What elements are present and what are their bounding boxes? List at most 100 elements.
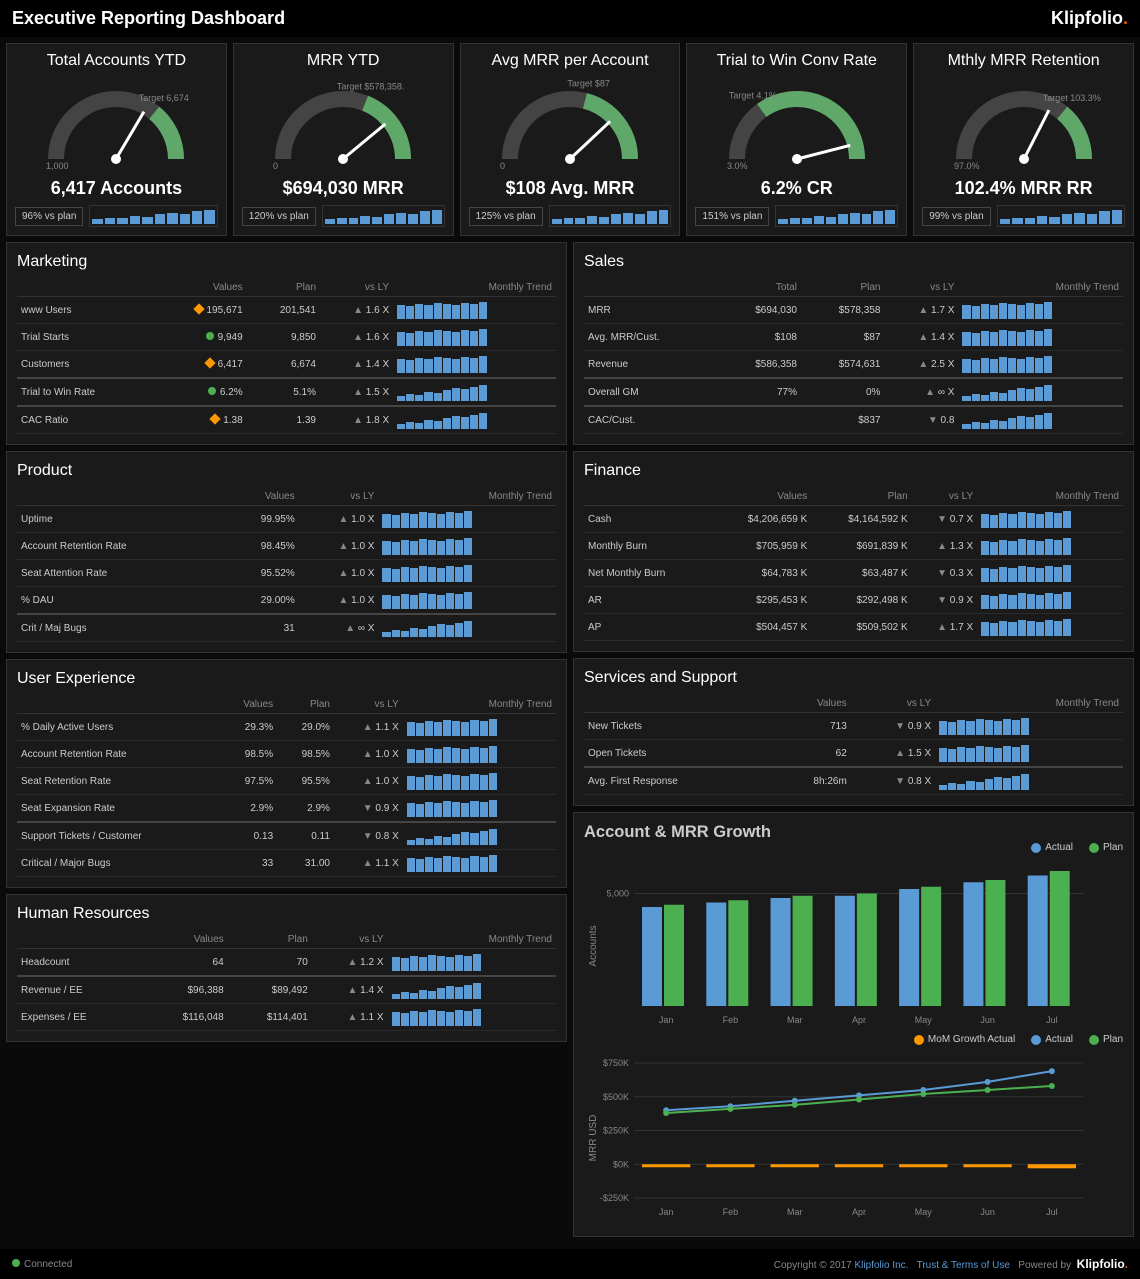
col-header: Monthly Trend — [388, 931, 557, 949]
row-plan: 201,541 — [247, 297, 320, 324]
row-vsly: ▲ 1.6 X — [320, 324, 393, 351]
svg-text:0: 0 — [500, 161, 505, 171]
row-vsly: ▼ 0.8 X — [334, 822, 403, 850]
row-value: $64,783 K — [711, 560, 811, 587]
connection-status: Connected — [12, 1259, 72, 1270]
row-trend — [403, 822, 556, 850]
row-label: Support Tickets / Customer — [17, 822, 218, 850]
row-vsly: ▲ 1.4 X — [884, 324, 958, 351]
table-row: New Tickets 713 ▼ 0.9 X — [584, 713, 1123, 740]
row-vsly: ▲ 1.0 X — [299, 560, 379, 587]
col-header: Plan — [277, 696, 334, 714]
sparkline — [981, 537, 1071, 555]
row-plan: 31.00 — [277, 850, 334, 877]
row-vsly: ▲ ∞ X — [884, 378, 958, 406]
row-plan: $114,401 — [228, 1004, 312, 1031]
brand-logo: Klipfolio. — [1051, 8, 1128, 29]
svg-text:$750K: $750K — [603, 1058, 629, 1068]
row-label: Avg. MRR/Cust. — [584, 324, 717, 351]
company-link[interactable]: Klipfolio Inc. — [855, 1260, 909, 1271]
col-header: Plan — [228, 931, 312, 949]
sparkline — [407, 718, 497, 736]
row-trend — [958, 351, 1123, 379]
table-row: Cash $4,206,659 K $4,164,592 K ▼ 0.7 X — [584, 506, 1123, 533]
sparkline — [407, 772, 497, 790]
svg-text:$0K: $0K — [613, 1159, 629, 1169]
row-label: Overall GM — [584, 378, 717, 406]
page-title: Executive Reporting Dashboard — [12, 8, 285, 29]
col-header: Monthly Trend — [378, 488, 556, 506]
sparkline — [397, 411, 487, 429]
col-header: Values — [153, 279, 246, 297]
row-trend — [388, 1004, 557, 1031]
row-label: AP — [584, 614, 711, 641]
row-value: 1.38 — [153, 406, 246, 434]
row-value: 98.45% — [223, 533, 299, 560]
col-header — [17, 931, 143, 949]
col-header: Values — [711, 488, 811, 506]
col-header: vs LY — [320, 279, 393, 297]
table-row: Avg. MRR/Cust. $108 $87 ▲ 1.4 X — [584, 324, 1123, 351]
row-trend — [977, 560, 1123, 587]
vs-plan-badge: 125% vs plan — [469, 207, 543, 226]
row-value: $694,030 — [717, 297, 800, 324]
row-vsly: ▲ 2.5 X — [884, 351, 958, 379]
row-trend — [378, 614, 556, 642]
row-value: $705,959 K — [711, 533, 811, 560]
col-header — [584, 695, 772, 713]
gauges-row: Total Accounts YTD Target 6,674 1,000 6,… — [0, 37, 1140, 242]
svg-text:Target $578,358.: Target $578,358. — [337, 81, 405, 91]
row-trend — [977, 587, 1123, 614]
panel-title: Finance — [584, 462, 1123, 480]
table-row: Crit / Maj Bugs 31 ▲ ∞ X — [17, 614, 556, 642]
row-plan: $63,487 K — [811, 560, 911, 587]
col-header: vs LY — [884, 279, 958, 297]
row-trend — [393, 378, 556, 406]
row-label: Crit / Maj Bugs — [17, 614, 223, 642]
row-value: 0.13 — [218, 822, 277, 850]
row-vsly: ▲ 1.0 X — [299, 587, 379, 615]
sparkline — [392, 1008, 482, 1026]
row-label: Monthly Burn — [584, 533, 711, 560]
table-row: MRR $694,030 $578,358 ▲ 1.7 X — [584, 297, 1123, 324]
svg-text:Jul: Jul — [1046, 1207, 1058, 1217]
row-plan: 1.39 — [247, 406, 320, 434]
row-value: $116,048 — [143, 1004, 227, 1031]
row-trend — [393, 297, 556, 324]
sparkline — [382, 537, 472, 555]
row-value: 6,417 — [153, 351, 246, 379]
footer: Connected Copyright © 2017 Klipfolio Inc… — [0, 1249, 1140, 1279]
gauge-value: $108 Avg. MRR — [506, 178, 635, 199]
row-plan: 2.9% — [277, 795, 334, 823]
row-label: Trial to Win Rate — [17, 378, 153, 406]
sparkline — [981, 564, 1071, 582]
table-row: Trial to Win Rate 6.2% 5.1% ▲ 1.5 X — [17, 378, 556, 406]
row-plan: 98.5% — [277, 741, 334, 768]
row-trend — [935, 740, 1123, 768]
col-header: Values — [772, 695, 851, 713]
terms-link[interactable]: Trust & Terms of Use — [917, 1260, 1010, 1271]
row-label: Account Retention Rate — [17, 533, 223, 560]
row-value: 64 — [143, 949, 227, 977]
svg-text:Jun: Jun — [980, 1207, 995, 1217]
row-plan: $578,358 — [801, 297, 884, 324]
row-trend — [958, 378, 1123, 406]
finance-panel: FinanceValuesPlanvs LYMonthly Trend Cash… — [573, 451, 1134, 652]
row-value: 98.5% — [218, 741, 277, 768]
row-value: 29.00% — [223, 587, 299, 615]
row-label: Avg. First Response — [584, 767, 772, 795]
table-row: Net Monthly Burn $64,783 K $63,487 K ▼ 0… — [584, 560, 1123, 587]
svg-text:97.0%: 97.0% — [954, 161, 980, 171]
gauge-title: Mthly MRR Retention — [948, 52, 1100, 70]
svg-text:Target $87: Target $87 — [567, 78, 610, 88]
row-trend — [403, 768, 556, 795]
vs-plan-badge: 151% vs plan — [695, 207, 769, 226]
svg-text:Target 4.1%: Target 4.1% — [729, 90, 777, 100]
gauge-sparkline — [322, 205, 445, 227]
col-header: Monthly Trend — [393, 279, 556, 297]
row-plan: 95.5% — [277, 768, 334, 795]
row-value: $586,358 — [717, 351, 800, 379]
row-value: 29.3% — [218, 714, 277, 741]
row-vsly: ▲ 1.4 X — [312, 976, 388, 1004]
sparkline — [981, 510, 1071, 528]
